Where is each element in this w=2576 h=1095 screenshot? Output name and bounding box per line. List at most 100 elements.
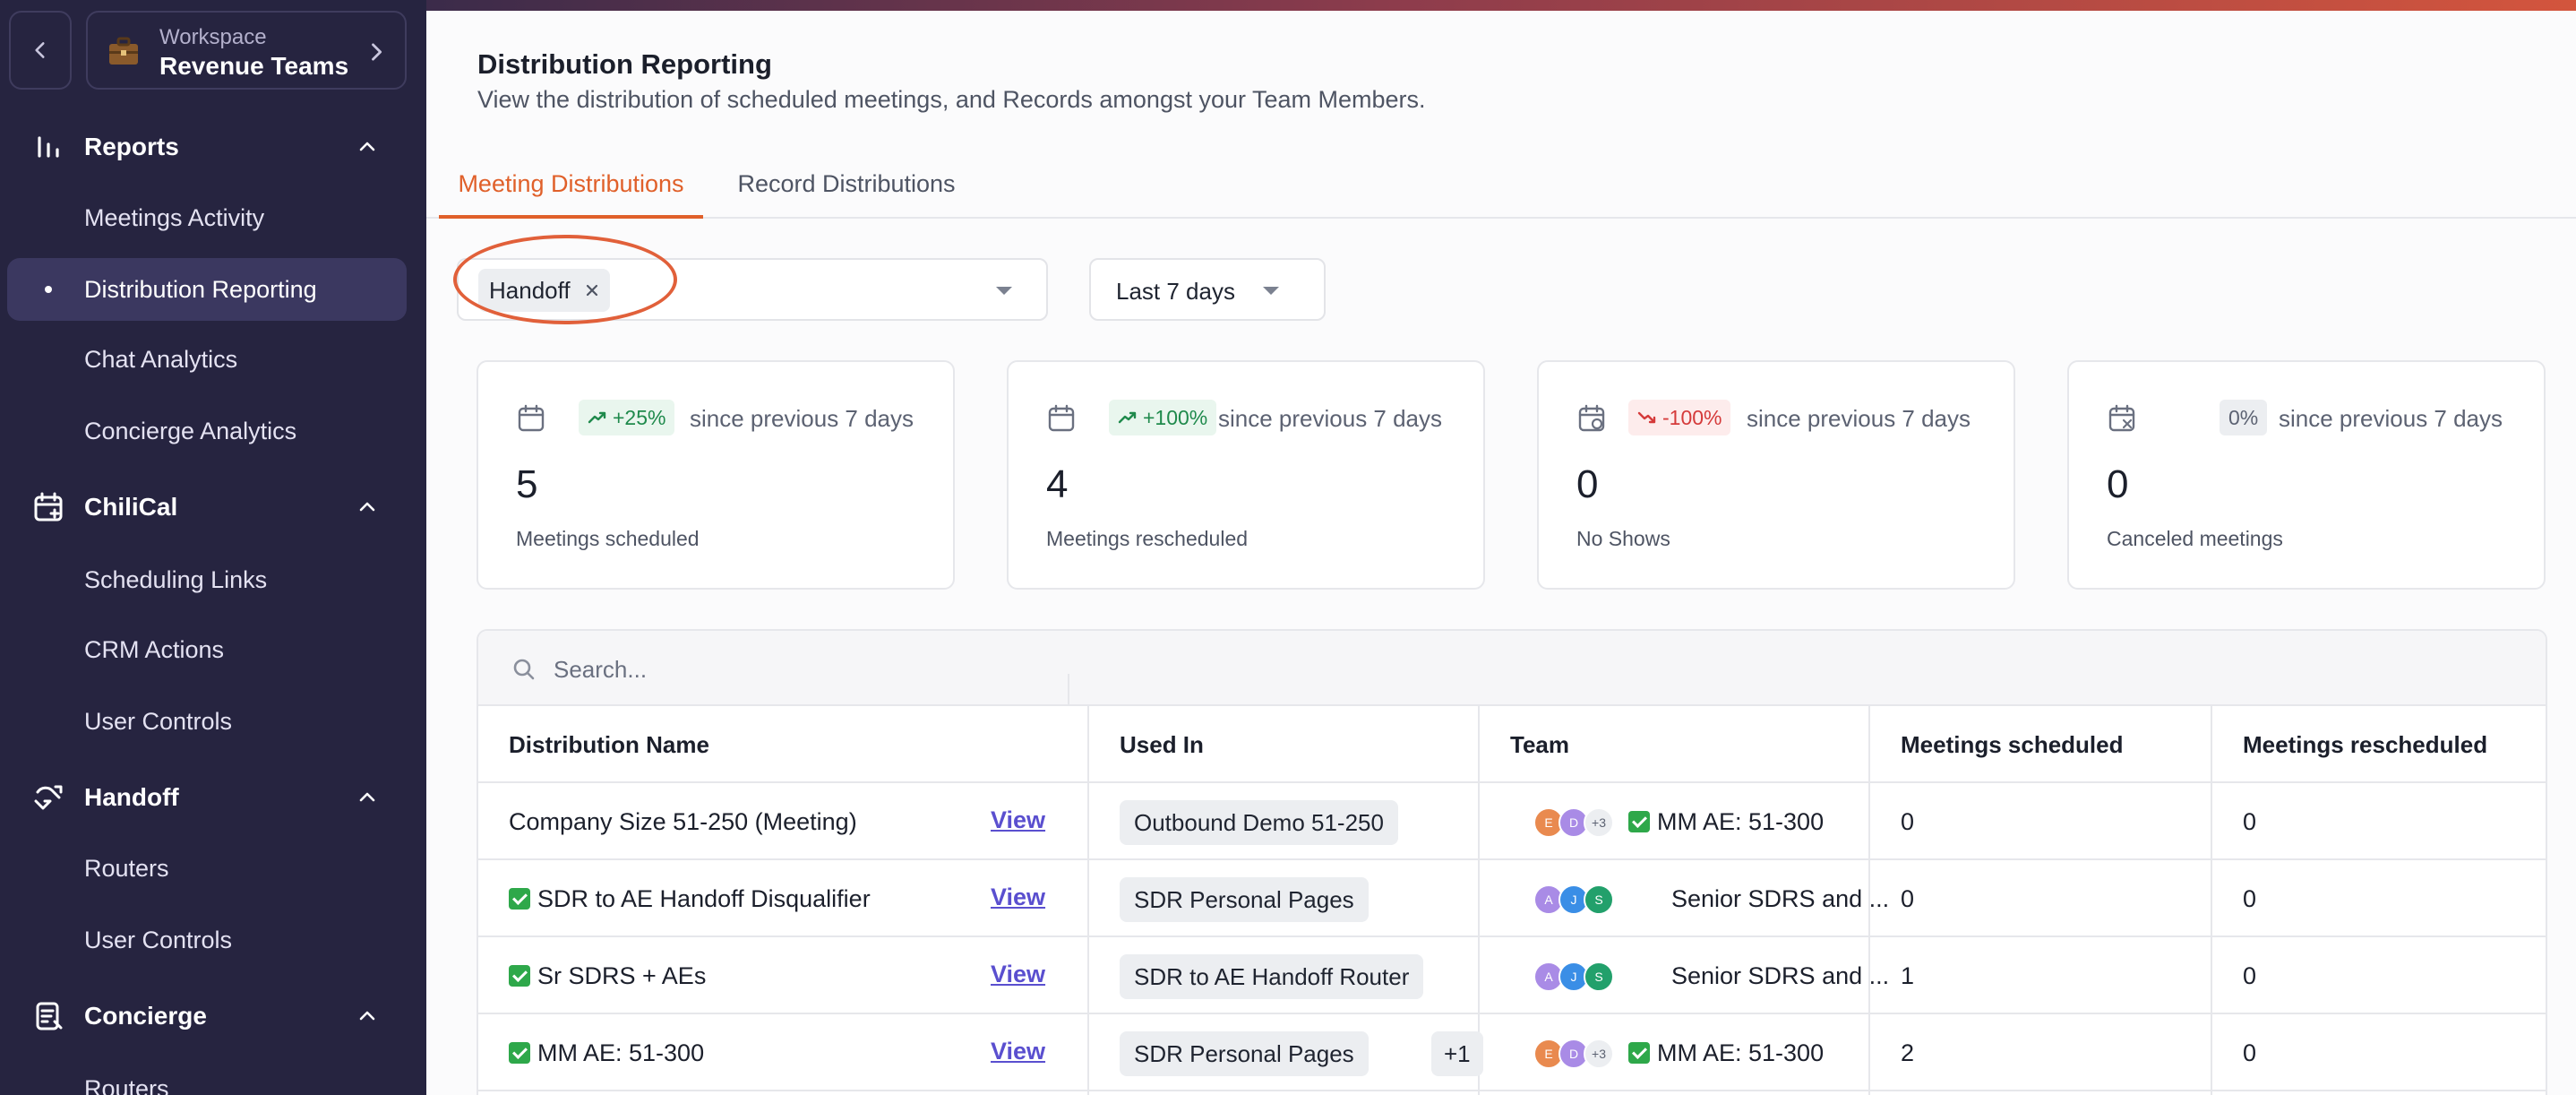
sidebar-section-label: Handoff	[84, 783, 179, 811]
team-avatars: E D +3	[1533, 807, 1623, 838]
meetings-rescheduled-value: 0	[2243, 962, 2257, 989]
chevron-up-icon	[359, 792, 375, 802]
calendar-x-icon	[2108, 404, 2135, 432]
table-header: Distribution Name Used In Team Meetings …	[478, 706, 2546, 783]
avatar-more: +3	[1584, 807, 1614, 838]
calendar-clock-icon	[1578, 404, 1605, 432]
view-link[interactable]: View	[991, 860, 1045, 937]
table-row[interactable]: Company Size 51-250 (Meeting) View Outbo…	[478, 783, 2546, 860]
stat-label: No Shows	[1576, 527, 1670, 550]
stat-card-meetings-scheduled: +25% since previous 7 days 5 Meetings sc…	[477, 360, 955, 590]
page-subtitle: View the distribution of scheduled meeti…	[477, 86, 1426, 113]
sidebar-item-label: CRM Actions	[84, 636, 225, 663]
used-in-tag[interactable]: SDR Personal Pages	[1120, 877, 1369, 922]
sidebar-item-label: Scheduling Links	[84, 566, 268, 593]
view-link[interactable]: View	[991, 937, 1045, 1014]
highlight-annotation	[453, 235, 677, 324]
team-name: Senior SDRS and ...	[1671, 962, 1890, 989]
trend-up-icon	[1118, 411, 1137, 424]
used-in-tag[interactable]: SDR Personal Pages	[1120, 1031, 1369, 1076]
calendar-icon	[34, 492, 63, 522]
sidebar-item-scheduling-links[interactable]: Scheduling Links	[7, 548, 407, 611]
sidebar-section-handoff[interactable]: Handoff	[0, 771, 426, 824]
meetings-scheduled-value: 1	[1901, 962, 1915, 989]
team-name: MM AE: 51-300	[1628, 1014, 1824, 1091]
column-header-meetings-rescheduled[interactable]: Meetings rescheduled	[2243, 706, 2487, 783]
sidebar-section-chilical[interactable]: ChiliCal	[0, 480, 426, 534]
view-link[interactable]: View	[991, 1014, 1045, 1091]
view-link[interactable]: View	[991, 783, 1045, 860]
tab-meeting-distributions[interactable]: Meeting Distributions	[439, 170, 703, 219]
sidebar-item-concierge-analytics[interactable]: Concierge Analytics	[7, 400, 407, 462]
bar-chart-icon	[38, 136, 59, 158]
trend-value: -100%	[1662, 405, 1722, 429]
calendar-check-icon	[1048, 404, 1075, 432]
collapse-sidebar-button[interactable]	[9, 11, 72, 90]
table-row[interactable]: Sr SDRS + AEs View SDR to AE Handoff Rou…	[478, 937, 2546, 1014]
sidebar-item-crm-actions[interactable]: CRM Actions	[7, 618, 407, 681]
meetings-rescheduled-value: 0	[2243, 808, 2257, 835]
distribution-name: Sr SDRS + AEs	[509, 937, 706, 1014]
team-avatars: E D +3	[1533, 1039, 1623, 1069]
sidebar-item-label: User Controls	[84, 927, 233, 953]
sidebar-item-distribution-reporting[interactable]: Distribution Reporting	[7, 258, 407, 321]
stat-label: Meetings scheduled	[516, 527, 700, 550]
workspace-name: Revenue Teams	[159, 52, 349, 80]
sidebar-item-label: Meetings Activity	[84, 204, 265, 231]
column-header-team[interactable]: Team	[1510, 706, 1569, 783]
trend-badge: +100%	[1109, 400, 1217, 435]
sidebar-item-label: Chat Analytics	[84, 346, 238, 373]
page-title: Distribution Reporting	[477, 48, 772, 80]
sidebar-item-label: Concierge Analytics	[84, 418, 297, 444]
sidebar-item-meetings-activity[interactable]: Meetings Activity	[7, 186, 407, 249]
trend-badge: -100%	[1628, 400, 1731, 435]
trend-value: +25%	[613, 405, 666, 429]
sidebar-item-label: Routers	[84, 1075, 169, 1095]
search-input[interactable]	[554, 649, 1055, 690]
sidebar-section-reports[interactable]: Reports	[0, 120, 426, 174]
tab-record-distributions[interactable]: Record Distributions	[726, 170, 967, 219]
avatar: S	[1584, 961, 1614, 992]
sidebar-item-routers[interactable]: Routers	[7, 837, 407, 900]
distribution-name: SDR to AE Handoff Disqualifier	[509, 860, 871, 937]
form-icon	[36, 1002, 63, 1030]
main-content: Distribution Reporting View the distribu…	[426, 0, 2576, 1095]
sidebar-item-label: User Controls	[84, 708, 233, 735]
checkmark-icon	[1628, 811, 1650, 832]
sidebar-section-concierge[interactable]: Concierge	[0, 989, 426, 1043]
checkmark-icon	[509, 965, 530, 987]
table-row[interactable]: MM AE: 51-300 View SDR Personal Pages +1…	[478, 1014, 2546, 1091]
distribution-name: MM AE: 51-300	[509, 1014, 704, 1091]
sidebar-section-label: Reports	[84, 133, 179, 160]
column-header-meetings-scheduled[interactable]: Meetings scheduled	[1901, 706, 2124, 783]
sidebar-item-user-controls[interactable]: User Controls	[7, 690, 407, 753]
caret-down-icon	[996, 287, 1012, 295]
stat-card-meetings-rescheduled: +100% since previous 7 days 4 Meetings r…	[1007, 360, 1485, 590]
used-in-more-tag[interactable]: +1	[1431, 1031, 1483, 1076]
sidebar-item-handoff-user-controls[interactable]: User Controls	[7, 909, 407, 971]
chevron-up-icon	[359, 1011, 375, 1021]
stat-card-canceled-meetings: 0% since previous 7 days 0 Canceled meet…	[2067, 360, 2546, 590]
handoff-icon	[34, 785, 63, 810]
used-in-tag[interactable]: SDR to AE Handoff Router	[1120, 954, 1424, 999]
avatar-more: +3	[1584, 1039, 1614, 1069]
column-header-distribution-name[interactable]: Distribution Name	[509, 706, 709, 783]
date-range-value: Last 7 days	[1116, 278, 1235, 305]
sidebar-item-label: Routers	[84, 855, 169, 882]
trend-badge: 0%	[2220, 400, 2268, 435]
table-row[interactable]: SDR to AE Handoff Disqualifier View SDR …	[478, 860, 2546, 937]
used-in-tag[interactable]: Outbound Demo 51-250	[1120, 800, 1398, 845]
workspace-label: Workspace	[159, 25, 267, 49]
stat-since: since previous 7 days	[1218, 405, 1443, 432]
trend-badge: +25%	[579, 400, 675, 435]
tab-bar: Meeting Distributions Record Distributio…	[426, 161, 2576, 219]
sidebar-item-chat-analytics[interactable]: Chat Analytics	[7, 328, 407, 391]
checkmark-icon	[509, 1042, 530, 1064]
sidebar-item-concierge-routers[interactable]: Routers	[7, 1057, 407, 1095]
team-name: MM AE: 51-300	[1628, 783, 1824, 860]
stat-value: 4	[1046, 462, 1069, 506]
workspace-switcher[interactable]: Workspace Revenue Teams	[86, 11, 407, 90]
date-range-select[interactable]: Last 7 days	[1089, 258, 1326, 321]
column-header-used-in[interactable]: Used In	[1120, 706, 1204, 783]
calendar-check-icon	[518, 404, 545, 432]
